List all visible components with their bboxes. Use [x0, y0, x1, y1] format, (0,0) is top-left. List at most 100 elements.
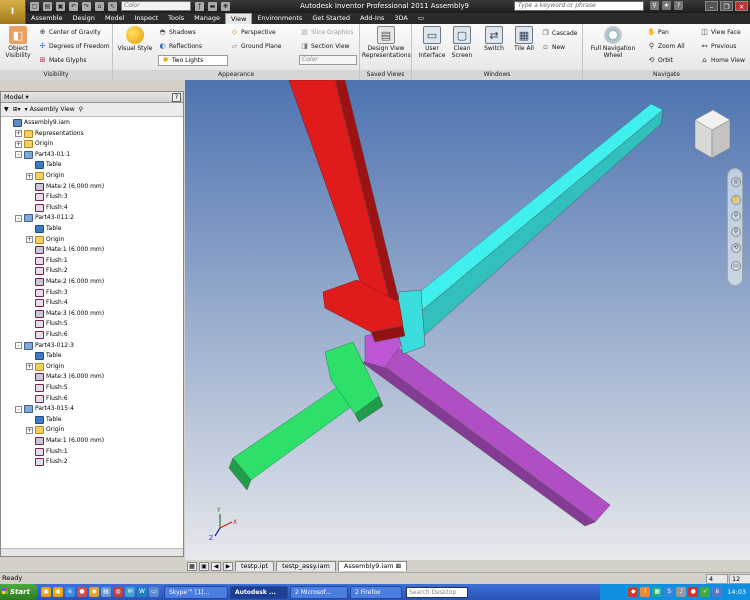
doc-tab-assembly9[interactable]: Assembly9.iam ⊠ [337, 561, 408, 571]
tab-inspect[interactable]: Inspect [129, 13, 163, 24]
tree-row[interactable]: - Part43-011:2 [15, 213, 74, 223]
section-view-button[interactable]: ◨ Section View [300, 41, 349, 52]
expand-toggle-icon[interactable]: - [15, 342, 22, 350]
viewport-canvas[interactable]: X Y Z [185, 80, 750, 560]
tree-row[interactable]: Flush:1 [26, 256, 68, 266]
tab-manage[interactable]: Manage [189, 13, 225, 24]
ql-explorer-icon[interactable]: ▤ [101, 587, 111, 597]
restore-button[interactable]: ❐ [720, 1, 733, 11]
doc-tab-testp-assy[interactable]: testp_assy.iam [276, 561, 336, 571]
move-icon[interactable]: ✥ [221, 1, 230, 11]
taskbar-autodesk[interactable]: Autodesk ... [230, 585, 288, 599]
perspective-button[interactable]: ◇ Perspective [230, 27, 276, 38]
pan-button[interactable]: ✋ Pan [647, 27, 669, 38]
taskbar-firefox[interactable]: 2 Firefox [350, 585, 402, 599]
desktop-search-input[interactable]: Search Desktop [406, 586, 468, 598]
nav-orbit-icon[interactable]: ⟲ [731, 243, 741, 253]
application-menu-button[interactable]: I [0, 0, 26, 24]
find-binoculars-icon[interactable]: ⚲ [79, 106, 83, 113]
tree-row[interactable]: + Origin [26, 171, 64, 181]
tree-row[interactable]: + Representations [15, 129, 84, 139]
expand-toggle-icon[interactable]: - [15, 151, 22, 159]
ql-desktop-icon[interactable]: ▭ [149, 587, 159, 597]
tree-row[interactable]: Flush:2 [26, 457, 68, 467]
tree-row[interactable]: Flush:4 [26, 298, 68, 308]
cascade-docs-icon[interactable]: ▣ [199, 562, 209, 571]
expand-toggle-icon[interactable]: + [15, 130, 22, 138]
nav-pan-icon[interactable]: ✋ [731, 195, 741, 205]
expand-toggle-icon[interactable]: + [26, 172, 33, 180]
open-file-icon[interactable]: ▤ [43, 1, 52, 11]
ql-folder-2-icon[interactable]: ▣ [53, 587, 63, 597]
close-button[interactable]: × [735, 1, 748, 11]
next-doc-arrow-icon[interactable]: ▶ [223, 562, 233, 571]
undo-icon[interactable]: ↶ [69, 1, 78, 11]
help-icon[interactable]: ? [674, 1, 683, 10]
previous-view-button[interactable]: ↤ Previous [700, 41, 737, 52]
browser-view-dropdown[interactable]: ▾ Assembly View [25, 106, 75, 113]
tree-row[interactable]: Table [26, 415, 62, 425]
expand-toggle-icon[interactable]: - [15, 405, 22, 413]
ribbon-minimize-icon[interactable]: ▭ [413, 13, 429, 24]
tab-tools[interactable]: Tools [163, 13, 189, 24]
tree-row[interactable]: + Origin [26, 362, 64, 372]
close-doc-icon[interactable]: ⊠ [396, 562, 401, 570]
measure-icon[interactable]: ▬ [208, 1, 217, 11]
star-icon[interactable]: ★ [662, 1, 671, 10]
minimize-button[interactable]: – [705, 1, 718, 11]
expand-toggle-icon[interactable]: - [15, 214, 22, 222]
tree-row[interactable]: Flush:1 [26, 447, 68, 457]
browser-header[interactable]: Model ▾ ? [1, 92, 183, 103]
slice-graphics-button[interactable]: ▨ Slice Graphics [300, 27, 353, 38]
home-view-button[interactable]: ⌂ Home View [700, 55, 745, 66]
doc-tab-testp-ipt[interactable]: testp.ipt [235, 561, 275, 571]
nav-zoom-icon[interactable]: ⚲ [731, 211, 741, 221]
redo-icon[interactable]: ↷ [82, 1, 91, 11]
tray-bluetooth-icon[interactable]: ʙ [712, 587, 723, 597]
visual-style-button[interactable]: Visual Style [117, 26, 153, 52]
expand-toggle-icon[interactable]: + [26, 426, 33, 434]
tab-model[interactable]: Model [100, 13, 130, 24]
zoom-all-button[interactable]: ⚲ Zoom All [647, 41, 685, 52]
cascade-button[interactable]: ❐ Cascade [541, 28, 577, 39]
tree-row[interactable]: Flush:6 [26, 330, 68, 340]
tree-row[interactable]: - Part43-015:4 [15, 404, 74, 414]
help-search-input[interactable]: Type a keyword or phrase [514, 1, 644, 11]
center-of-gravity-button[interactable]: ⊕ Center of Gravity [38, 27, 101, 38]
filter-icon[interactable]: ▼ [4, 106, 9, 113]
ql-word-icon[interactable]: W [137, 587, 147, 597]
tree-row[interactable]: + Origin [26, 235, 64, 245]
tree-row[interactable]: Assembly9.iam [4, 118, 70, 128]
switch-button[interactable]: ⇄ Switch [480, 26, 508, 52]
tree-row[interactable]: - Part43-01:1 [15, 150, 70, 160]
orbit-button[interactable]: ⟲ Orbit [647, 55, 673, 66]
expand-toggle-icon[interactable]: + [26, 236, 33, 244]
tree-row[interactable]: Table [26, 224, 62, 234]
tree-row[interactable]: Mate:1 (6.000 mm) [26, 245, 104, 255]
tree-row[interactable]: Flush:5 [26, 383, 68, 393]
tree-row[interactable]: Flush:5 [26, 319, 68, 329]
tree-row[interactable]: + Origin [15, 139, 53, 149]
tree-row[interactable]: Flush:3 [26, 192, 68, 202]
tree-row[interactable]: Flush:3 [26, 288, 68, 298]
formula-icon[interactable]: ƒ [195, 1, 204, 11]
new-file-icon[interactable]: ▢ [30, 1, 39, 11]
ground-plane-button[interactable]: ▱ Ground Plane [230, 41, 282, 52]
tree-row[interactable]: Mate:3 (6.000 mm) [26, 309, 104, 319]
tab-environments[interactable]: Environments [252, 13, 307, 24]
nav-zoom-window-icon[interactable]: ⚲ [731, 227, 741, 237]
tab-get-started[interactable]: Get Started [307, 13, 355, 24]
tree-row[interactable]: Flush:2 [26, 266, 68, 276]
ql-media-icon[interactable]: ● [77, 587, 87, 597]
browser-help-button[interactable]: ? [172, 93, 181, 102]
design-view-representations-button[interactable]: ▤ Design View Representations [362, 26, 411, 59]
expand-toggle-icon[interactable]: + [15, 140, 22, 148]
taskbar-microsoft[interactable]: 2 Microsof... [290, 585, 348, 599]
shadows-button[interactable]: ◓ Shadows [158, 27, 195, 38]
tree-row[interactable]: Flush:6 [26, 394, 68, 404]
start-button[interactable]: Start [0, 584, 38, 600]
browser-options-icon[interactable]: ⊞▾ [13, 106, 21, 113]
full-navigation-wheel-button[interactable]: Full Navigation Wheel [585, 26, 641, 59]
tree-row[interactable]: Mate:3 (6.000 mm) [26, 372, 104, 382]
ql-firefox-icon[interactable]: ◉ [89, 587, 99, 597]
